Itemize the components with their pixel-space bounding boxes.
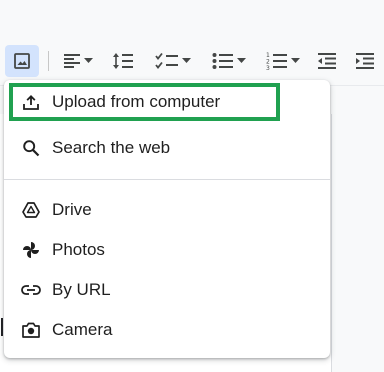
checklist-icon [155, 52, 178, 69]
increase-indent-icon [356, 53, 374, 69]
menu-item-by-url[interactable]: By URL [4, 270, 330, 310]
window-top-strip [0, 0, 384, 37]
menu-divider [4, 179, 330, 180]
decrease-indent-icon [318, 53, 336, 69]
insert-image-button[interactable] [5, 45, 39, 77]
svg-text:3: 3 [266, 65, 270, 71]
checklist-button[interactable] [150, 45, 196, 77]
menu-item-camera[interactable]: Camera [4, 310, 330, 350]
search-icon [21, 138, 41, 158]
chevron-down-icon [84, 58, 93, 63]
menu-item-label: Camera [52, 320, 113, 339]
increase-indent-button[interactable] [350, 45, 380, 77]
chevron-down-icon [291, 58, 300, 63]
toolbar-separator [48, 51, 49, 71]
decrease-indent-button[interactable] [312, 45, 342, 77]
menu-item-label: Search the web [52, 138, 171, 157]
insert-image-menu: Upload from computer Search the web Driv… [4, 80, 330, 358]
toolbar: 1 2 3 [0, 37, 384, 86]
menu-item-photos[interactable]: Photos [4, 230, 330, 270]
line-spacing-button[interactable] [108, 45, 138, 77]
numbered-list-icon: 1 2 3 [266, 52, 287, 71]
line-spacing-icon [113, 53, 133, 69]
text-cursor [1, 318, 3, 336]
photos-icon [21, 240, 41, 260]
menu-item-label: Photos [52, 240, 105, 259]
drive-icon [21, 200, 41, 220]
bulleted-list-icon [212, 53, 233, 69]
menu-item-search-the-web[interactable]: Search the web [4, 128, 330, 168]
chevron-down-icon [182, 58, 191, 63]
bulleted-list-button[interactable] [206, 45, 252, 77]
highlight-box [9, 83, 280, 121]
menu-item-label: By URL [52, 280, 111, 299]
menu-item-drive[interactable]: Drive [4, 190, 330, 230]
camera-icon [21, 320, 41, 340]
menu-item-label: Drive [52, 200, 92, 219]
image-icon [14, 53, 30, 69]
numbered-list-button[interactable]: 1 2 3 [260, 45, 306, 77]
link-icon [21, 280, 41, 300]
align-left-icon [64, 54, 80, 68]
align-button[interactable] [58, 45, 98, 77]
chevron-down-icon [237, 58, 246, 63]
